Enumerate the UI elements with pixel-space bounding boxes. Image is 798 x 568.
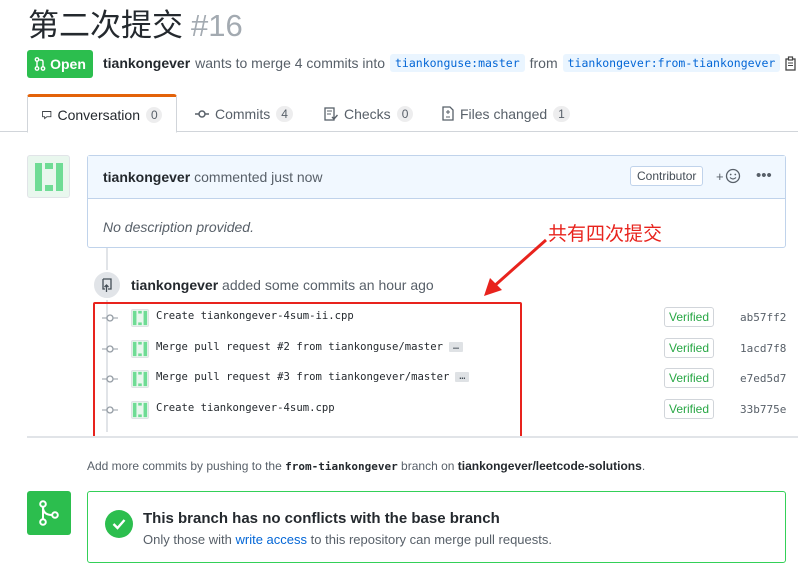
event-text: tiankongever added some commits an hour … <box>131 277 434 293</box>
annotation-label: 共有四次提交 <box>548 224 663 245</box>
merge-status-icon <box>27 491 71 535</box>
merge-sub-prefix: Only those with <box>143 532 232 547</box>
identicon-icon <box>34 162 63 191</box>
add-reaction-button[interactable]: + <box>716 168 741 184</box>
event-desc: added some commits an hour ago <box>222 277 434 293</box>
comment-header: tiankongever commented just now Contribu… <box>88 156 785 199</box>
pr-meta-text: wants to merge 4 commits into <box>195 55 385 71</box>
tab-files-changed[interactable]: Files changed 1 <box>428 94 584 133</box>
timeline-divider <box>27 436 798 438</box>
file-diff-icon <box>442 106 454 121</box>
verified-badge[interactable]: Verified <box>664 368 715 388</box>
verified-badge[interactable]: Verified <box>664 307 715 327</box>
tab-counter: 0 <box>146 106 162 123</box>
comment-author-link[interactable]: tiankongever <box>103 169 190 185</box>
tab-label: Files changed <box>460 105 548 122</box>
pr-title: 第二次提交 #16 <box>28 6 243 46</box>
tab-checks[interactable]: Checks 0 <box>310 94 427 133</box>
commit-sha[interactable]: e7ed5d7 <box>740 372 786 385</box>
pr-number: #16 <box>191 8 243 43</box>
tab-commits[interactable]: Commits 4 <box>181 94 307 133</box>
contributor-badge: Contributor <box>630 166 704 186</box>
pr-author-link[interactable]: tiankongever <box>103 55 190 71</box>
git-merge-icon <box>39 500 59 526</box>
tab-conversation[interactable]: Conversation 0 <box>27 94 177 133</box>
tab-counter: 1 <box>553 105 570 122</box>
comment-box: tiankongever commented just now Contribu… <box>87 155 786 248</box>
pr-meta: tiankongever wants to merge 4 commits in… <box>103 54 797 72</box>
merge-status-subtitle: Only those with write access to this rep… <box>143 532 552 547</box>
event-author-link[interactable]: tiankongever <box>131 277 218 293</box>
copy-icon[interactable] <box>785 55 797 71</box>
help-prefix: Add more commits by pushing to the <box>87 459 282 473</box>
head-branch[interactable]: tiankongever:from-tiankongever <box>562 54 781 72</box>
comment-icon <box>42 110 52 119</box>
pr-tabs: Conversation 0 Commits 4 Checks 0 Files … <box>0 94 798 133</box>
help-repo[interactable]: tiankongever/leetcode-solutions <box>458 459 642 473</box>
commit-icon <box>195 109 209 118</box>
push-help-text: Add more commits by pushing to the from-… <box>87 459 645 473</box>
repo-push-icon <box>102 277 112 292</box>
smiley-icon <box>725 168 740 184</box>
tab-counter: 0 <box>396 105 414 122</box>
comment-action: commented just now <box>194 169 323 185</box>
merge-sub-suffix: to this repository can merge pull reques… <box>310 532 552 547</box>
check-icon <box>105 510 133 538</box>
pr-title-text: 第二次提交 <box>28 8 183 43</box>
annotation-box <box>93 302 522 438</box>
merge-status-title: This branch has no conflicts with the ba… <box>143 510 500 527</box>
tab-label: Conversation <box>57 106 141 123</box>
checklist-icon <box>324 106 338 121</box>
state-badge: Open <box>27 50 93 78</box>
avatar[interactable] <box>27 155 70 198</box>
merge-status-box: This branch has no conflicts with the ba… <box>87 491 786 563</box>
state-label: Open <box>50 56 86 72</box>
event-badge <box>92 270 122 300</box>
arrow-icon <box>484 238 547 296</box>
pr-from-text: from <box>529 55 558 71</box>
comment-body: No description provided. <box>103 219 254 235</box>
tab-counter: 4 <box>276 105 293 122</box>
commit-sha[interactable]: 33b775e <box>740 403 786 416</box>
kebab-icon[interactable]: ••• <box>756 167 772 184</box>
commit-sha[interactable]: 1acd7f8 <box>740 342 786 355</box>
verified-badge[interactable]: Verified <box>664 399 715 419</box>
git-pull-request-icon <box>34 57 46 71</box>
write-access-link[interactable]: write access <box>236 532 308 547</box>
tab-label: Commits <box>215 105 271 122</box>
commit-sha[interactable]: ab57ff2 <box>740 311 786 324</box>
verified-badge[interactable]: Verified <box>664 338 715 358</box>
help-suffix: . <box>641 459 646 473</box>
tab-label: Checks <box>344 105 391 122</box>
base-branch[interactable]: tiankonguse:master <box>390 54 525 72</box>
help-branch: from-tiankongever <box>285 460 398 473</box>
help-middle: branch on <box>401 459 455 473</box>
